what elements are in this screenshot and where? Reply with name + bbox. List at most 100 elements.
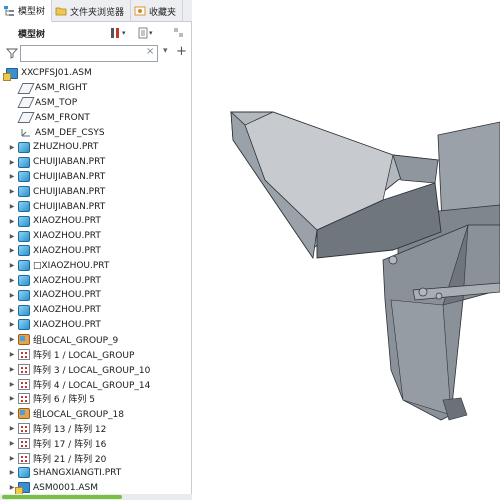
tree-item[interactable]: ▶ SHANGXIANGTI.PRT xyxy=(0,466,192,481)
expand-arrow-icon[interactable]: ▶ xyxy=(8,173,16,180)
show-menu-button[interactable]: ▾ xyxy=(138,26,153,40)
expand-arrow-icon[interactable]: ▶ xyxy=(8,425,16,432)
assembly-model[interactable] xyxy=(193,0,500,500)
tree-item-label: 阵列 13 / 阵列 12 xyxy=(33,425,107,436)
part-icon xyxy=(18,201,30,213)
expand-arrow-icon[interactable]: ▶ xyxy=(8,366,16,373)
expand-arrow-icon[interactable]: ▶ xyxy=(8,455,16,462)
tree-item[interactable]: ASM_TOP xyxy=(0,96,192,111)
expand-arrow-icon[interactable]: ▶ xyxy=(8,262,16,269)
tree-item[interactable]: ▶ 阵列 21 / 阵列 20 xyxy=(0,451,192,466)
tree-item[interactable]: ASM_RIGHT xyxy=(0,81,192,96)
panel-scrollbar[interactable] xyxy=(0,494,192,500)
tree-item[interactable]: ▶ XIAOZHOU.PRT xyxy=(0,273,192,288)
pattern-icon xyxy=(18,423,30,435)
expand-arrow-icon[interactable]: ▶ xyxy=(8,188,16,195)
expand-arrow-icon[interactable]: ▶ xyxy=(8,159,16,166)
part-icon xyxy=(18,141,30,153)
datum-plane-icon xyxy=(17,97,35,109)
tree-item[interactable]: ▶ 组LOCAL_GROUP_9 xyxy=(0,332,192,347)
tree-item[interactable]: ▶ XIAOZHOU.PRT xyxy=(0,303,192,318)
tree-filter-button[interactable] xyxy=(173,26,184,40)
tree-settings-button[interactable]: ▾ xyxy=(110,26,126,40)
clear-search-icon[interactable]: × xyxy=(146,46,154,57)
panel-scroll-thumb[interactable] xyxy=(2,495,122,499)
expand-arrow-icon[interactable]: ▶ xyxy=(8,292,16,299)
tree-item[interactable]: ▶ CHUIJIABAN.PRT xyxy=(0,199,192,214)
tree-item[interactable]: ▶ 阵列 4 / LOCAL_GROUP_14 xyxy=(0,377,192,392)
expand-arrow-icon[interactable]: ▶ xyxy=(8,395,16,402)
tree-item-label: 阵列 1 / LOCAL_GROUP xyxy=(33,351,135,362)
tree-item[interactable]: ▶ 阵列 17 / 阵列 16 xyxy=(0,436,192,451)
tree-item-label: □XIAOZHOU.PRT xyxy=(33,260,110,271)
expand-arrow-icon[interactable]: ▶ xyxy=(8,351,16,358)
expand-arrow-icon[interactable]: ▶ xyxy=(8,321,16,328)
pattern-icon xyxy=(18,393,30,405)
tree-search-input[interactable] xyxy=(20,45,158,62)
expand-arrow-icon[interactable]: ▶ xyxy=(8,247,16,254)
coordinate-system-icon xyxy=(20,127,32,138)
pattern-icon xyxy=(18,363,30,375)
tree-item[interactable]: ▶ □XIAOZHOU.PRT xyxy=(0,258,192,273)
expand-arrow-icon[interactable]: ▶ xyxy=(8,233,16,240)
expand-arrow-icon[interactable]: ▶ xyxy=(8,203,16,210)
tree-settings-icon xyxy=(111,28,119,38)
part-icon xyxy=(18,245,30,257)
tree-item-label: CHUIJIABAN.PRT xyxy=(33,186,106,197)
expand-arrow-icon[interactable]: ▶ xyxy=(8,277,16,284)
tree-item[interactable]: ▶ CHUIJIABAN.PRT xyxy=(0,184,192,199)
part-icon xyxy=(18,260,30,272)
tree-item[interactable]: ▶ XIAOZHOU.PRT xyxy=(0,288,192,303)
part-icon xyxy=(18,230,30,242)
3d-viewport[interactable] xyxy=(193,0,500,500)
expand-arrow-icon[interactable]: ▶ xyxy=(8,218,16,225)
tree-item[interactable]: ▶ XIAOZHOU.PRT xyxy=(0,318,192,333)
expand-arrow-icon[interactable]: ▶ xyxy=(8,144,16,151)
tree-item-label: 阵列 21 / 阵列 20 xyxy=(33,454,107,465)
panel-tabs: 模型树 文件夹浏览器 收藏夹 xyxy=(0,0,192,22)
tab-folder-browser[interactable]: 文件夹浏览器 xyxy=(52,0,132,22)
tree-item[interactable]: ▶ 阵列 13 / 阵列 12 xyxy=(0,421,192,436)
tree-item-label: XIAOZHOU.PRT xyxy=(33,231,101,242)
part-icon xyxy=(18,215,30,227)
add-filter-icon[interactable]: + xyxy=(176,44,187,59)
expand-arrow-icon[interactable]: ▶ xyxy=(8,307,16,314)
tree-item[interactable]: ▶ ASM0001.ASM xyxy=(0,480,192,496)
tree-item[interactable]: ▶ 阵列 1 / LOCAL_GROUP xyxy=(0,347,192,362)
tree-item-label: 组LOCAL_GROUP_18 xyxy=(33,410,125,421)
bolt-2 xyxy=(418,287,428,297)
expand-arrow-icon[interactable]: ▶ xyxy=(8,381,16,388)
tree-item[interactable]: ▶ CHUIJIABAN.PRT xyxy=(0,155,192,170)
tree-item[interactable]: ASM_DEF_CSYS xyxy=(0,125,192,140)
tab-model-tree-label: 模型树 xyxy=(18,7,46,17)
tab-favorites[interactable]: 收藏夹 xyxy=(131,0,184,22)
favorites-icon xyxy=(134,5,146,17)
tree-filter-icon xyxy=(174,28,183,37)
tree-item[interactable]: ▶ 阵列 6 / 阵列 5 xyxy=(0,392,192,407)
tab-model-tree[interactable]: 模型树 xyxy=(0,0,53,22)
tree-item[interactable]: ▶ XIAOZHOU.PRT xyxy=(0,229,192,244)
expand-arrow-icon[interactable]: ▶ xyxy=(8,440,16,447)
lower-body-face xyxy=(390,299,452,416)
tree-item-label: XIAOZHOU.PRT xyxy=(33,319,101,330)
tree-item[interactable]: ▶ ZHUZHOU.PRT xyxy=(0,140,192,155)
filter-dropdown-icon[interactable]: ▾ xyxy=(163,46,168,56)
part-icon xyxy=(18,467,30,479)
bolt-3 xyxy=(435,292,443,300)
tree-item-label: ZHUZHOU.PRT xyxy=(33,142,99,153)
tree-item[interactable]: ASM_FRONT xyxy=(0,110,192,125)
expand-arrow-icon[interactable]: ▶ xyxy=(8,336,16,343)
tree-toolbar: 模型树 ▾ ▾ xyxy=(0,23,192,43)
datum-plane-icon xyxy=(17,112,35,124)
show-menu-icon xyxy=(138,27,148,39)
filter-funnel-icon[interactable] xyxy=(6,47,18,59)
tree-item[interactable]: ▶ 阵列 3 / LOCAL_GROUP_10 xyxy=(0,362,192,377)
tree-item[interactable]: ▶ 组LOCAL_GROUP_18 xyxy=(0,406,192,421)
expand-arrow-icon[interactable]: ▶ xyxy=(8,410,16,417)
expand-arrow-icon[interactable]: ▶ xyxy=(8,469,16,476)
tree-item[interactable]: ▶ CHUIJIABAN.PRT xyxy=(0,170,192,185)
part-icon xyxy=(18,186,30,198)
tree-item[interactable]: ▶ XIAOZHOU.PRT xyxy=(0,244,192,259)
tree-item[interactable]: ▶ XIAOZHOU.PRT xyxy=(0,214,192,229)
tree-root[interactable]: XXCPFSJ01.ASM xyxy=(0,66,192,81)
